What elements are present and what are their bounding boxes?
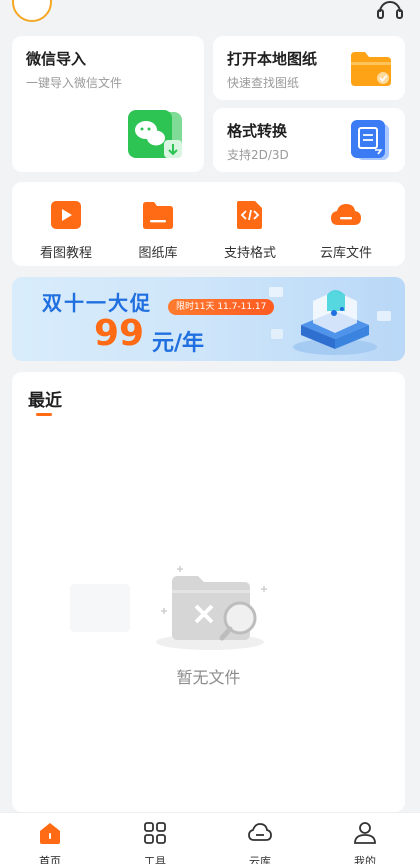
banner-price: 99: [94, 313, 145, 354]
bottom-navigation: 首页 工具 云库 我的: [0, 812, 420, 864]
open-local-subtitle: 快速查找图纸: [227, 76, 300, 90]
wechat-icon: [128, 110, 182, 158]
empty-folder-icon: [156, 566, 267, 650]
placeholder-box: [70, 584, 130, 632]
headset-icon[interactable]: [376, 0, 404, 20]
quick-action-label: 云库文件: [319, 246, 372, 261]
quick-action-label: 支持格式: [223, 246, 276, 261]
quick-action-label: 图纸库: [138, 246, 178, 261]
convert-icon: [351, 120, 389, 160]
nav-label: 工具: [144, 855, 166, 864]
quick-action-drawing-library[interactable]: 图纸库: [118, 200, 198, 261]
nav-label: 云库: [249, 855, 271, 864]
recent-files-panel: 最近 暂无文件: [12, 372, 405, 812]
quick-action-label: 看图教程: [39, 246, 92, 261]
cloud-box-illustration: [269, 287, 391, 355]
nav-label: 首页: [39, 855, 61, 864]
format-convert-card[interactable]: 格式转换 支持2D/3D: [213, 108, 405, 172]
quick-action-tutorial[interactable]: 看图教程: [26, 200, 106, 261]
nav-item-me[interactable]: 我的: [335, 821, 395, 864]
cloud-icon: [248, 823, 272, 841]
wechat-import-title: 微信导入: [26, 50, 87, 68]
cloud-icon: [331, 204, 361, 225]
open-local-title: 打开本地图纸: [227, 50, 318, 68]
user-icon: [354, 822, 376, 844]
wechat-import-card[interactable]: 微信导入 一键导入微信文件: [12, 36, 204, 172]
format-convert-title: 格式转换: [227, 122, 288, 140]
wechat-import-subtitle: 一键导入微信文件: [26, 76, 123, 90]
folder-icon: [143, 202, 173, 229]
format-convert-subtitle: 支持2D/3D: [227, 148, 289, 162]
top-bar: [0, 0, 420, 34]
quick-action-supported-formats[interactable]: 支持格式: [210, 200, 290, 261]
nav-item-tools[interactable]: 工具: [125, 821, 185, 864]
code-file-icon: [237, 201, 262, 229]
home-icon: [40, 823, 60, 844]
banner-limited-time-pill: 限时11天 11.7-11.17: [168, 299, 275, 315]
grid-icon: [144, 822, 166, 844]
play-icon: [51, 201, 81, 229]
banner-price-unit: 元/年: [152, 331, 205, 356]
avatar[interactable]: [12, 0, 52, 22]
open-local-card[interactable]: 打开本地图纸 快速查找图纸: [213, 36, 405, 100]
empty-state-text: 暂无文件: [176, 668, 241, 687]
banner-title: 双十一大促: [42, 291, 152, 315]
quick-action-cloud-files[interactable]: 云库文件: [306, 200, 386, 261]
promo-banner[interactable]: 双十一大促 限时11天 11.7-11.17 99 元/年: [12, 277, 405, 361]
tab-active-indicator: [36, 413, 52, 416]
nav-item-home[interactable]: 首页: [20, 821, 80, 864]
nav-item-cloud[interactable]: 云库: [230, 821, 290, 864]
quick-actions-row: 看图教程 图纸库 支持格式 云库文件: [12, 182, 405, 266]
nav-label: 我的: [354, 855, 376, 864]
folder-icon: [351, 52, 391, 86]
tab-recent[interactable]: 最近: [28, 386, 62, 411]
